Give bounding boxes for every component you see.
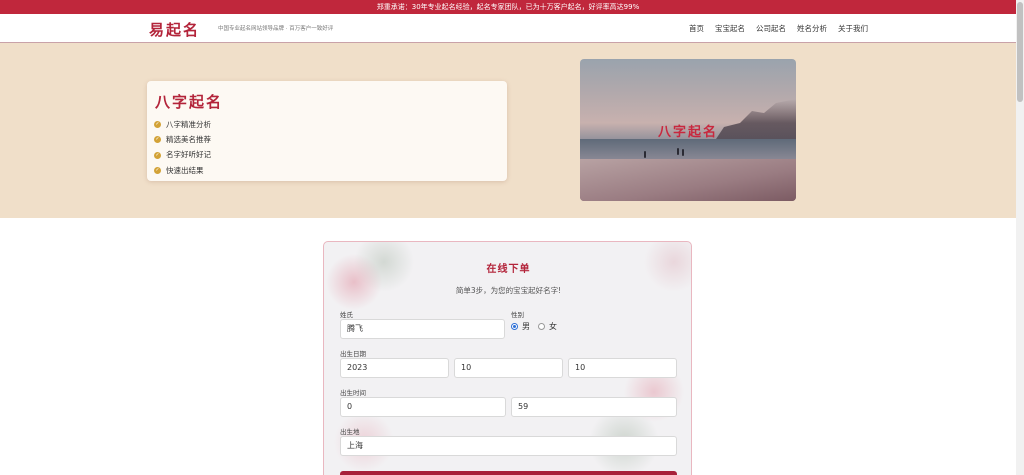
- birth-hour-select[interactable]: 0: [340, 397, 506, 417]
- top-announcement-bar: 郑重承诺：30年专业起名经验，起名专家团队，已为十万客户起名，好评率高达99%: [0, 0, 1016, 14]
- hero-beach-image: 八字起名: [580, 59, 796, 201]
- gender-option-male[interactable]: 男: [522, 321, 530, 332]
- birth-year-select[interactable]: 2023: [340, 358, 449, 378]
- nav-item-company-naming[interactable]: 公司起名: [756, 23, 786, 34]
- nav-item-baby-naming[interactable]: 宝宝起名: [715, 23, 745, 34]
- image-sea: [580, 139, 796, 161]
- gender-option-female[interactable]: 女: [549, 321, 557, 332]
- image-person: [644, 151, 646, 158]
- hero-title: 八字起名: [155, 93, 224, 111]
- check-circle-icon: ✓: [154, 167, 161, 175]
- site-slogan: 中国专业起名网站领导品牌 · 百万客户一致好评: [218, 26, 334, 32]
- image-shore: [580, 159, 796, 201]
- gender-radio-male[interactable]: [511, 323, 518, 330]
- feature-label: 八字精准分析: [166, 119, 211, 129]
- nav-item-name-analysis[interactable]: 姓名分析: [797, 23, 827, 34]
- image-person: [682, 149, 684, 156]
- feature-item: ✓ 快速出结果: [154, 163, 211, 178]
- site-logo[interactable]: 易起名: [149, 19, 200, 40]
- gender-radio-female[interactable]: [538, 323, 545, 330]
- feature-label: 名字好听好记: [166, 150, 211, 160]
- nav-item-home[interactable]: 首页: [689, 23, 704, 34]
- birth-day-select[interactable]: 10: [568, 358, 677, 378]
- birth-minute-select[interactable]: 59: [511, 397, 677, 417]
- scrollbar-thumb[interactable]: [1017, 2, 1023, 102]
- hero-section: 八字起名 ✓ 八字精准分析 ✓ 精选美名推荐 ✓ 名字好听好记 ✓ 快速出结果 八字起名: [0, 43, 1016, 218]
- surname-label: 姓氏: [340, 311, 353, 319]
- check-circle-icon: ✓: [154, 151, 161, 159]
- feature-item: ✓ 八字精准分析: [154, 117, 211, 132]
- gender-label: 性别: [511, 311, 524, 319]
- birth-date-label: 出生日期: [340, 350, 366, 358]
- nav-item-about[interactable]: 关于我们: [838, 23, 868, 34]
- surname-input[interactable]: 腾飞: [340, 319, 505, 339]
- form-title: 在线下单: [486, 264, 531, 275]
- feature-label: 快速出结果: [166, 165, 204, 175]
- check-circle-icon: ✓: [154, 121, 161, 129]
- birthplace-label: 出生地: [340, 428, 360, 436]
- image-person: [677, 148, 679, 155]
- gender-radio-group: 男 女: [511, 321, 557, 332]
- hero-feature-card: 八字起名 ✓ 八字精准分析 ✓ 精选美名推荐 ✓ 名字好听好记 ✓ 快速出结果: [147, 81, 507, 181]
- form-subtitle: 简单3步，为您的宝宝起好名字!: [455, 286, 562, 295]
- birth-month-select[interactable]: 10: [454, 358, 563, 378]
- check-circle-icon: ✓: [154, 136, 161, 144]
- order-form: 在线下单 简单3步，为您的宝宝起好名字! 姓氏 腾飞 性别 男 女 出生日期 2…: [323, 241, 692, 475]
- page-scrollbar[interactable]: [1016, 0, 1024, 475]
- header-nav: 易起名 中国专业起名网站领导品牌 · 百万客户一致好评 首页 宝宝起名 公司起名…: [0, 14, 1016, 43]
- submit-button[interactable]: [340, 471, 677, 475]
- birthplace-input[interactable]: 上海: [340, 436, 677, 456]
- feature-item: ✓ 精选美名推荐: [154, 132, 211, 147]
- birth-time-label: 出生时间: [340, 389, 366, 397]
- feature-item: ✓ 名字好听好记: [154, 148, 211, 163]
- hero-image-caption: 八字起名: [657, 125, 718, 140]
- main-menu: 首页 宝宝起名 公司起名 姓名分析 关于我们: [689, 23, 868, 34]
- feature-list: ✓ 八字精准分析 ✓ 精选美名推荐 ✓ 名字好听好记 ✓ 快速出结果: [154, 117, 211, 178]
- feature-label: 精选美名推荐: [166, 134, 211, 144]
